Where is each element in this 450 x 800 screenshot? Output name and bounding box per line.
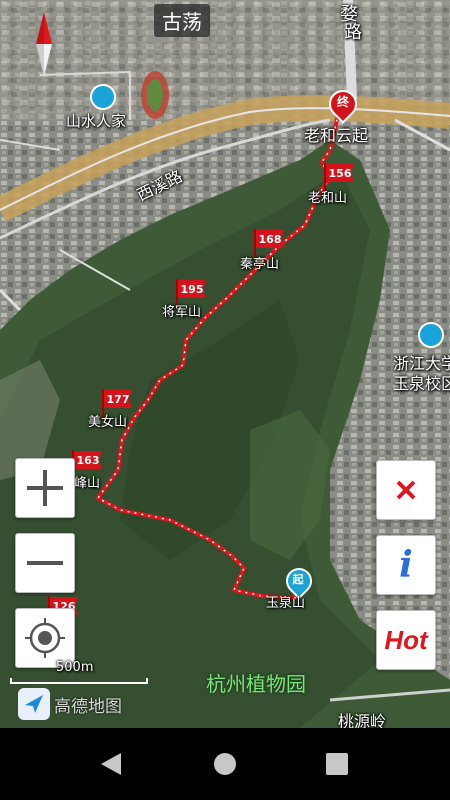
school-poi-icon[interactable] [418,322,444,348]
poi-shanshui[interactable]: 山水人家 [66,110,126,131]
road-label-taoyuanling: 桃源岭 [338,712,387,728]
poi-zhejiang-university-2[interactable]: 玉泉校区 [393,370,450,394]
summit-name: 美女山 [88,415,128,430]
start-label: 玉泉山 [266,596,306,611]
android-navigation-bar [0,728,450,800]
hot-button[interactable]: Hot [376,610,436,670]
scale-label: 500m [56,660,94,675]
back-icon[interactable] [97,750,125,778]
zoom-out-button[interactable] [15,533,75,593]
hot-label: Hot [384,624,428,655]
road-label-vertical: 路 [344,22,362,43]
brand-logo: 高德地图 [18,688,122,720]
summit-name: 老和山 [308,191,348,206]
zoom-in-button[interactable] [15,458,75,518]
locate-icon [25,618,65,658]
summit-name: 秦亭山 [240,257,280,272]
summit-name: 峰山 [74,476,101,491]
close-icon [396,480,416,500]
amap-logo-icon [18,688,50,720]
summit-name: 将军山 [162,305,202,320]
close-button[interactable] [376,460,436,520]
start-marker-badge: 起 [292,573,304,586]
locate-button[interactable] [15,608,75,668]
plus-icon [27,470,63,506]
end-label: 老和云起 [304,126,369,145]
map-view[interactable]: 古荡 婺 路 西溪路 山水人家 浙江大学 玉泉校区 杭州植物园 桃源岭 终 老和… [0,0,450,728]
brand-name: 高德地图 [54,696,122,717]
building-poi-icon[interactable] [90,84,116,110]
minus-icon [27,561,63,565]
poi-botanical-garden[interactable]: 杭州植物园 [206,668,306,697]
home-icon[interactable] [211,750,239,778]
district-label: 古荡 [154,4,210,37]
end-marker-badge: 终 [336,95,349,109]
recents-icon[interactable] [323,750,351,778]
info-icon: i [399,544,413,586]
info-button[interactable]: i [376,535,436,595]
